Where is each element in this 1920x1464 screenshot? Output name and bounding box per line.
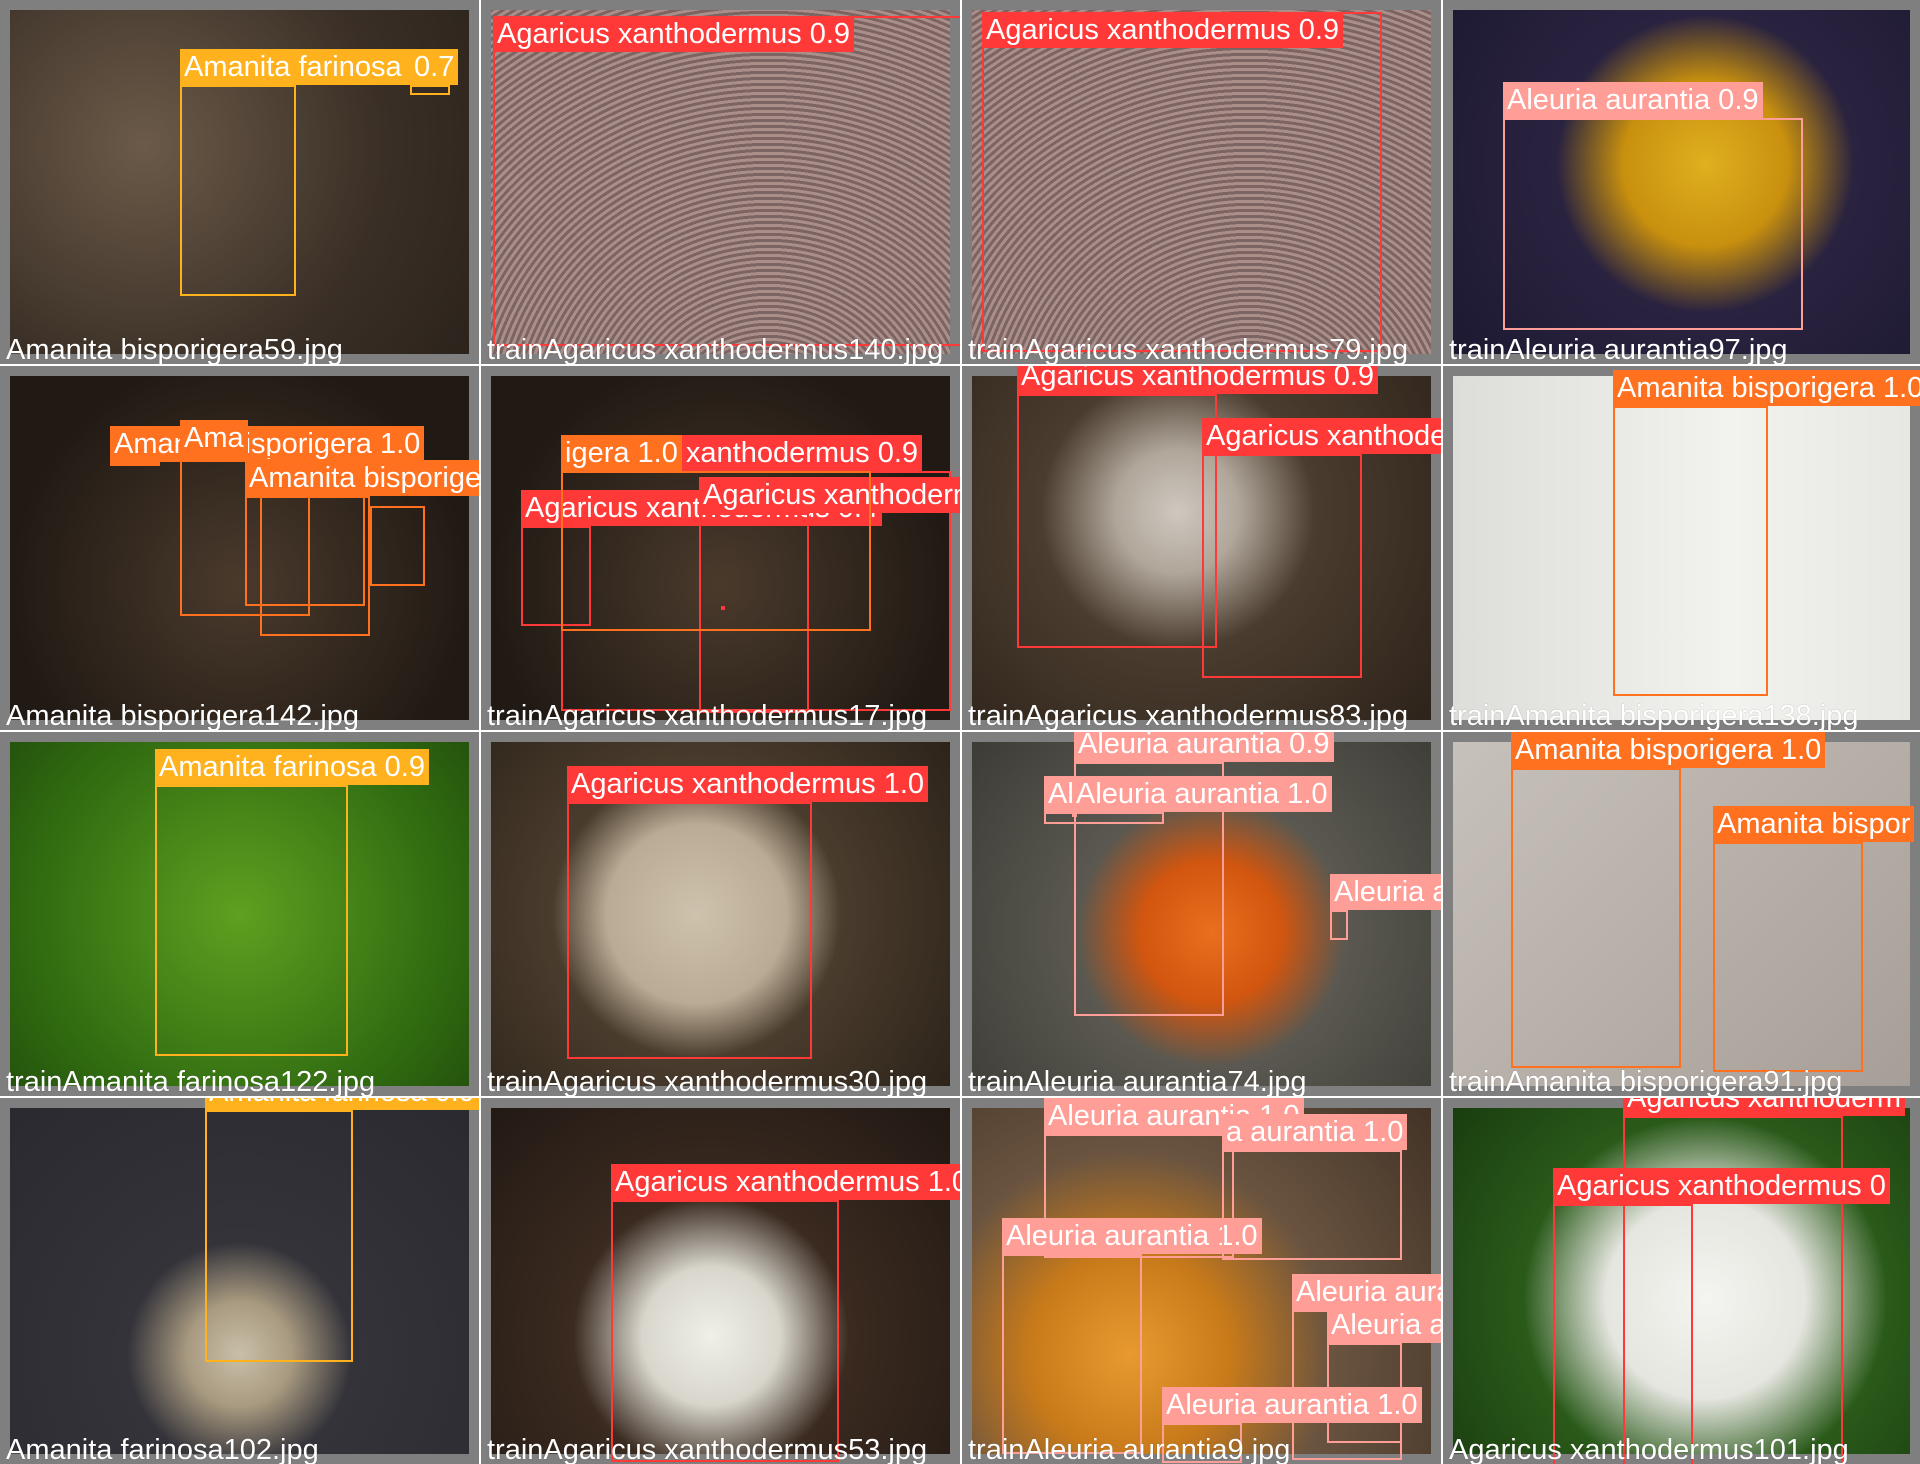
detection-label: Agaricus xanthodermus 1.0 <box>1202 418 1441 454</box>
detection-box: Aleuria aurantia 1.0 <box>1044 776 1304 824</box>
detection-box: Agaricus xanthodermus 1.0 <box>611 1164 960 1462</box>
detection-label: Amanita bisporigera 1.0 <box>1613 370 1920 406</box>
detection-label: Amanita farinosa 0.9 <box>205 1098 479 1110</box>
detection-box: 0.7 <box>410 49 459 95</box>
detection-box: Amanita bisporigera 1.0 <box>1511 732 1826 1068</box>
detection-label: Amanita bisporigera 1.0 <box>1511 732 1826 768</box>
mosaic-tile: Agaricus xanthoderm Agaricus xanthodermus… <box>1443 1098 1920 1464</box>
tile-filename: Amanita bisporigera142.jpg <box>6 700 360 730</box>
tile-filename: trainAgaricus xanthodermus53.jpg <box>487 1434 928 1464</box>
mosaic-tile: Amanita bisporigera 1.0 trainAmanita bisp… <box>1443 366 1920 730</box>
detection-label: Agaricus xanthodermus 1.0 <box>611 1164 960 1200</box>
detection-label: Agaricus xanthodermus 0.9 <box>1017 366 1379 394</box>
detection-label: Aleuria aurantia 1.0 <box>1072 776 1332 812</box>
detection-box: a aurantia 1.0 <box>1222 1114 1408 1260</box>
detection-box: Amanita farinosa 0.9 <box>155 749 429 1056</box>
detection-box: Amanita farinosa 0.9 <box>205 1098 479 1362</box>
detection-box: Amanita bisporigera 1.0 <box>1613 370 1920 696</box>
mosaic-tile: Aleuria aurantia 0.9 trainAleuria auranti… <box>1443 0 1920 364</box>
detection-label: Agaricus xanthodermus 0 <box>1553 1168 1890 1204</box>
detection-label: 0.7 <box>410 49 459 85</box>
detection-box <box>721 606 725 610</box>
detection-label: Agaricus xanthodermus 0.9 <box>982 12 1344 48</box>
detection-label: Agaricus xanthodermus 1.0 <box>567 766 929 802</box>
mosaic-tile: Agaricus xanthodermus 0.9Agaricus xantho… <box>481 366 960 730</box>
tile-filename: trainAgaricus xanthodermus83.jpg <box>968 700 1409 730</box>
mosaic-tile: Amanita farinosa 0.3 0.7 Amanita bisporige… <box>0 0 479 364</box>
detection-label: Aleuria aurantia 0.9 <box>1074 732 1334 762</box>
detection-label: Amanita bisporigera 1.0 <box>245 460 479 496</box>
mosaic-tile: Agaricus xanthodermus 1.0 trainAgaricus x… <box>481 1098 960 1464</box>
detection-label: Agaricus xanthoderm <box>1623 1098 1906 1116</box>
tile-filename: Agaricus xanthodermus101.jpg <box>1449 1434 1849 1464</box>
tile-filename: trainAgaricus xanthodermus17.jpg <box>487 700 928 730</box>
detection-label: Agaricus xanthodermus 0.9 <box>493 16 855 52</box>
detection-box <box>260 496 370 636</box>
detection-box: Agaricus xanthodermus 1.0 <box>1202 418 1441 678</box>
mosaic-tile: Aleuria aurantia 1.0 Aleuria aurantia 1.0… <box>962 1098 1441 1464</box>
mosaic-tile: Agaricus xanthodermus 0.9 trainAgaricus x… <box>962 0 1441 364</box>
detection-label: igera 1.0 <box>561 435 682 471</box>
tile-filename: trainAgaricus xanthodermus30.jpg <box>487 1066 928 1096</box>
mosaic-tile: Agaricus xanthodermus 0.9 Agaricus xantho… <box>962 366 1441 730</box>
tile-filename: trainAleuria aurantia74.jpg <box>968 1066 1307 1096</box>
detection-box: igera 1.0 <box>561 435 871 631</box>
tile-filename: Amanita bisporigera59.jpg <box>6 334 343 364</box>
mosaic-tile: Agaricus xanthodermus 0.9 trainAgaricus x… <box>481 0 960 364</box>
mosaic-tile: Amanita farinosa 0.9 Amanita farinosa102.… <box>0 1098 479 1464</box>
detection-box: Agaricus xanthodermus 0 <box>1553 1168 1890 1464</box>
tile-filename: trainAmanita bisporigera91.jpg <box>1449 1066 1843 1096</box>
detection-box: Aleuria aurantia 0.9 <box>1503 82 1803 330</box>
mosaic-tile: Amanita bisporigera 1.0 Amanita bispor tra… <box>1443 732 1920 1096</box>
detection-box: Aleuria aurantia 1.0 <box>1002 1218 1262 1454</box>
tile-filename: trainAleuria aurantia9.jpg <box>968 1434 1291 1464</box>
tile-filename: trainAgaricus xanthodermus79.jpg <box>968 334 1409 364</box>
detection-label: a aurantia 1.0 <box>1222 1114 1408 1150</box>
detection-box <box>370 506 425 586</box>
detection-label: Amanita farinosa 0.9 <box>155 749 429 785</box>
detection-label: Aleuria aurantia 1.0 <box>1292 1274 1441 1310</box>
detection-box: Amanita bispor <box>1713 806 1915 1072</box>
detection-box: Agaricus xanthodermus 0.9 <box>982 12 1382 352</box>
mosaic-tile: Amanita bisporigera 1.0 Ama Amanita bispor… <box>0 366 479 730</box>
tile-filename: trainAleuria aurantia97.jpg <box>1449 334 1788 364</box>
tile-filename: trainAmanita bisporigera138.jpg <box>1449 700 1859 730</box>
detection-box: Aleuria aurantia 1.0 <box>1072 776 1332 817</box>
detection-box: Amanita bisporigera 1.0 <box>110 426 425 466</box>
detection-box: Aleuria aurantia 0.8 <box>1330 874 1441 940</box>
detection-label: Aleuria aurantia 0.9 <box>1503 82 1763 118</box>
detection-box: Agaricus xanthodermus 0.9 <box>493 16 960 346</box>
detection-label: Ama <box>180 420 248 456</box>
detection-label: Amanita bispor <box>1713 806 1915 842</box>
detection-box: Amanita farinosa 0.3 <box>180 49 454 296</box>
mosaic-tile: Amanita farinosa 0.9 trainAmanita farinos… <box>0 732 479 1096</box>
detection-label: Aleuria aurantia 1.0 <box>1327 1307 1441 1343</box>
detection-label: Aleuria aurantia 1.0 <box>1162 1387 1422 1423</box>
detection-box: Agaricus xanthodermus 0.9 <box>1017 366 1379 648</box>
detection-box: Agaricus xanthodermus 1.0 <box>567 766 929 1059</box>
tile-filename: trainAgaricus xanthodermus140.jpg <box>487 334 944 364</box>
tile-filename: Amanita farinosa102.jpg <box>6 1434 319 1464</box>
detection-mosaic: Amanita farinosa 0.3 0.7 Amanita bisporige… <box>0 0 1920 1464</box>
mosaic-tile: Aleuria aurantia 0.9 Aleuria aurantia 1.0… <box>962 732 1441 1096</box>
tile-filename: trainAmanita farinosa122.jpg <box>6 1066 376 1096</box>
detection-label: Aleuria aurantia 0.8 <box>1330 874 1441 910</box>
mosaic-tile: Agaricus xanthodermus 1.0 trainAgaricus x… <box>481 732 960 1096</box>
